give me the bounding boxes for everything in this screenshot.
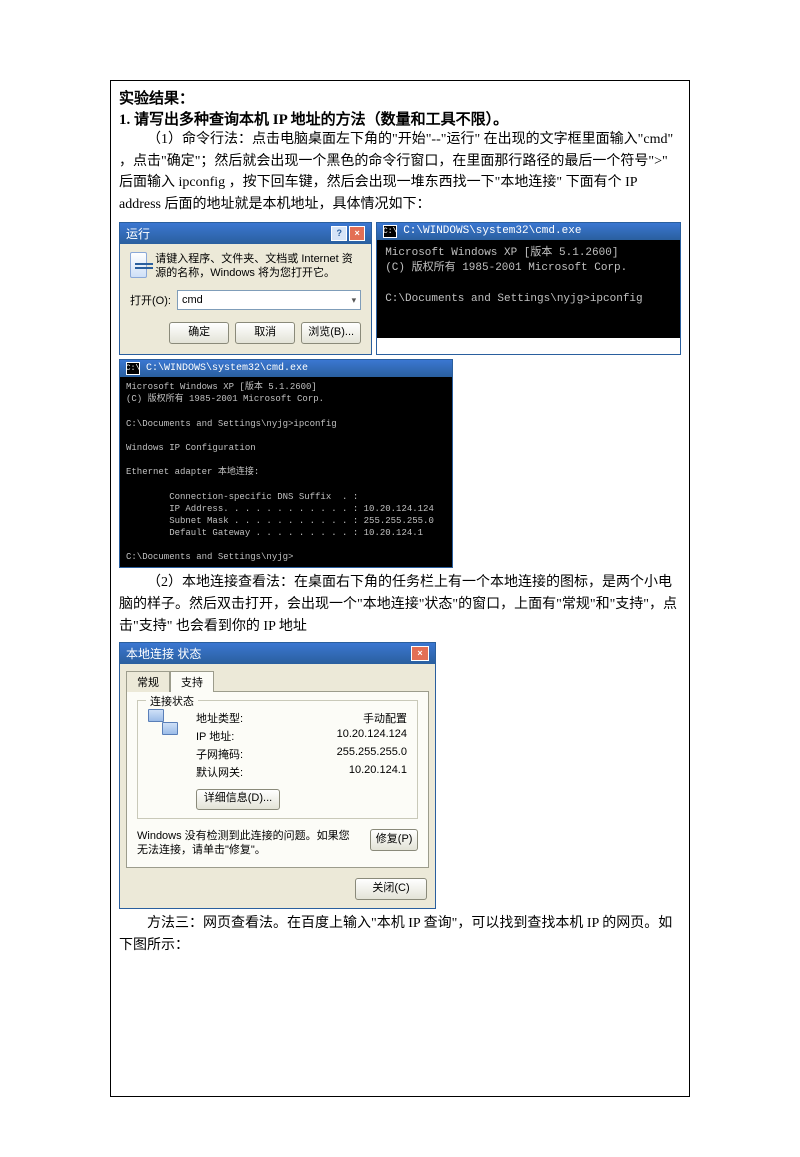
ip-value: 10.20.124.124 [337, 728, 407, 744]
tab-general[interactable]: 常规 [126, 671, 170, 692]
connection-status-window: 本地连接 状态 × 常规 支持 连接状态 地址类型: 手动配置 IP 地址: 10.… [119, 642, 436, 910]
document-frame: 实验结果： 1. 请写出多种查询本机 IP 地址的方法（数量和工具不限）。 （1… [110, 80, 690, 1097]
network-icon [148, 709, 178, 735]
question-1-title: 1. 请写出多种查询本机 IP 地址的方法（数量和工具不限）。 [119, 108, 681, 129]
run-app-icon [130, 252, 147, 278]
ip-label: IP 地址: [196, 728, 234, 744]
addr-type-value: 手动配置 [363, 710, 407, 726]
gateway-value: 10.20.124.1 [349, 764, 407, 780]
run-dialog: 运行 ? × 请键入程序、文件夹、文档或 Internet 资源的名称，Wind… [119, 222, 372, 356]
group-title: 连接状态 [146, 693, 198, 709]
addr-type-label: 地址类型: [196, 710, 243, 726]
mask-label: 子网掩码: [196, 746, 243, 762]
cmd-icon: C:\ [126, 362, 140, 375]
cmd2-title-text: C:\WINDOWS\system32\cmd.exe [146, 363, 308, 374]
mask-value: 255.255.255.0 [337, 746, 407, 762]
open-input-value: cmd [182, 294, 203, 306]
open-input[interactable]: cmd ▾ [177, 290, 361, 310]
open-label: 打开(O): [130, 292, 171, 308]
repair-notice: Windows 没有检测到此连接的问题。如果您无法连接，请单击"修复"。 [137, 829, 360, 858]
run-message: 请键入程序、文件夹、文档或 Internet 资源的名称，Windows 将为您… [155, 252, 361, 281]
details-button[interactable]: 详细信息(D)... [196, 789, 280, 810]
conn-title-text: 本地连接 状态 [126, 645, 201, 662]
run-title-text: 运行 [126, 225, 150, 242]
cmd-output-2: Microsoft Windows XP [版本 5.1.2600] (C) 版… [120, 377, 452, 567]
cancel-button[interactable]: 取消 [235, 322, 295, 344]
browse-button[interactable]: 浏览(B)... [301, 322, 361, 344]
help-icon[interactable]: ? [331, 226, 347, 241]
cmd-icon: C:\ [383, 225, 397, 238]
tab-support[interactable]: 支持 [170, 671, 214, 692]
cmd-title-text: C:\WINDOWS\system32\cmd.exe [403, 225, 581, 237]
run-titlebar: 运行 ? × [120, 223, 371, 244]
method-1-text: （1）命令行法：点击电脑桌面左下角的"开始"--"运行" 在出现的文字框里面输入… [119, 129, 681, 216]
section-title: 实验结果： [119, 87, 681, 108]
gateway-label: 默认网关: [196, 764, 243, 780]
cmd-output-1: Microsoft Windows XP [版本 5.1.2600] (C) 版… [377, 240, 680, 338]
method-2-text: （2）本地连接查看法：在桌面右下角的任务栏上有一个本地连接的图标，是两个小电脑的… [119, 572, 681, 637]
cmd-window-2: C:\ C:\WINDOWS\system32\cmd.exe Microsof… [119, 359, 453, 568]
figure-row-1: 运行 ? × 请键入程序、文件夹、文档或 Internet 资源的名称，Wind… [119, 222, 681, 356]
close-icon[interactable]: × [349, 226, 365, 241]
ok-button[interactable]: 确定 [169, 322, 229, 344]
chevron-down-icon[interactable]: ▾ [352, 295, 357, 306]
repair-button[interactable]: 修复(P) [370, 829, 418, 851]
close-icon[interactable]: × [411, 646, 429, 661]
cmd-window-1: C:\ C:\WINDOWS\system32\cmd.exe Microsof… [376, 222, 681, 356]
method-3-text: 方法三：网页查看法。在百度上输入"本机 IP 查询"，可以找到查找本机 IP 的… [119, 913, 681, 956]
connection-status-group: 连接状态 地址类型:手动配置 IP 地址:10.20.124.124 子网掩码:… [137, 700, 418, 819]
close-button[interactable]: 关闭(C) [355, 878, 427, 900]
